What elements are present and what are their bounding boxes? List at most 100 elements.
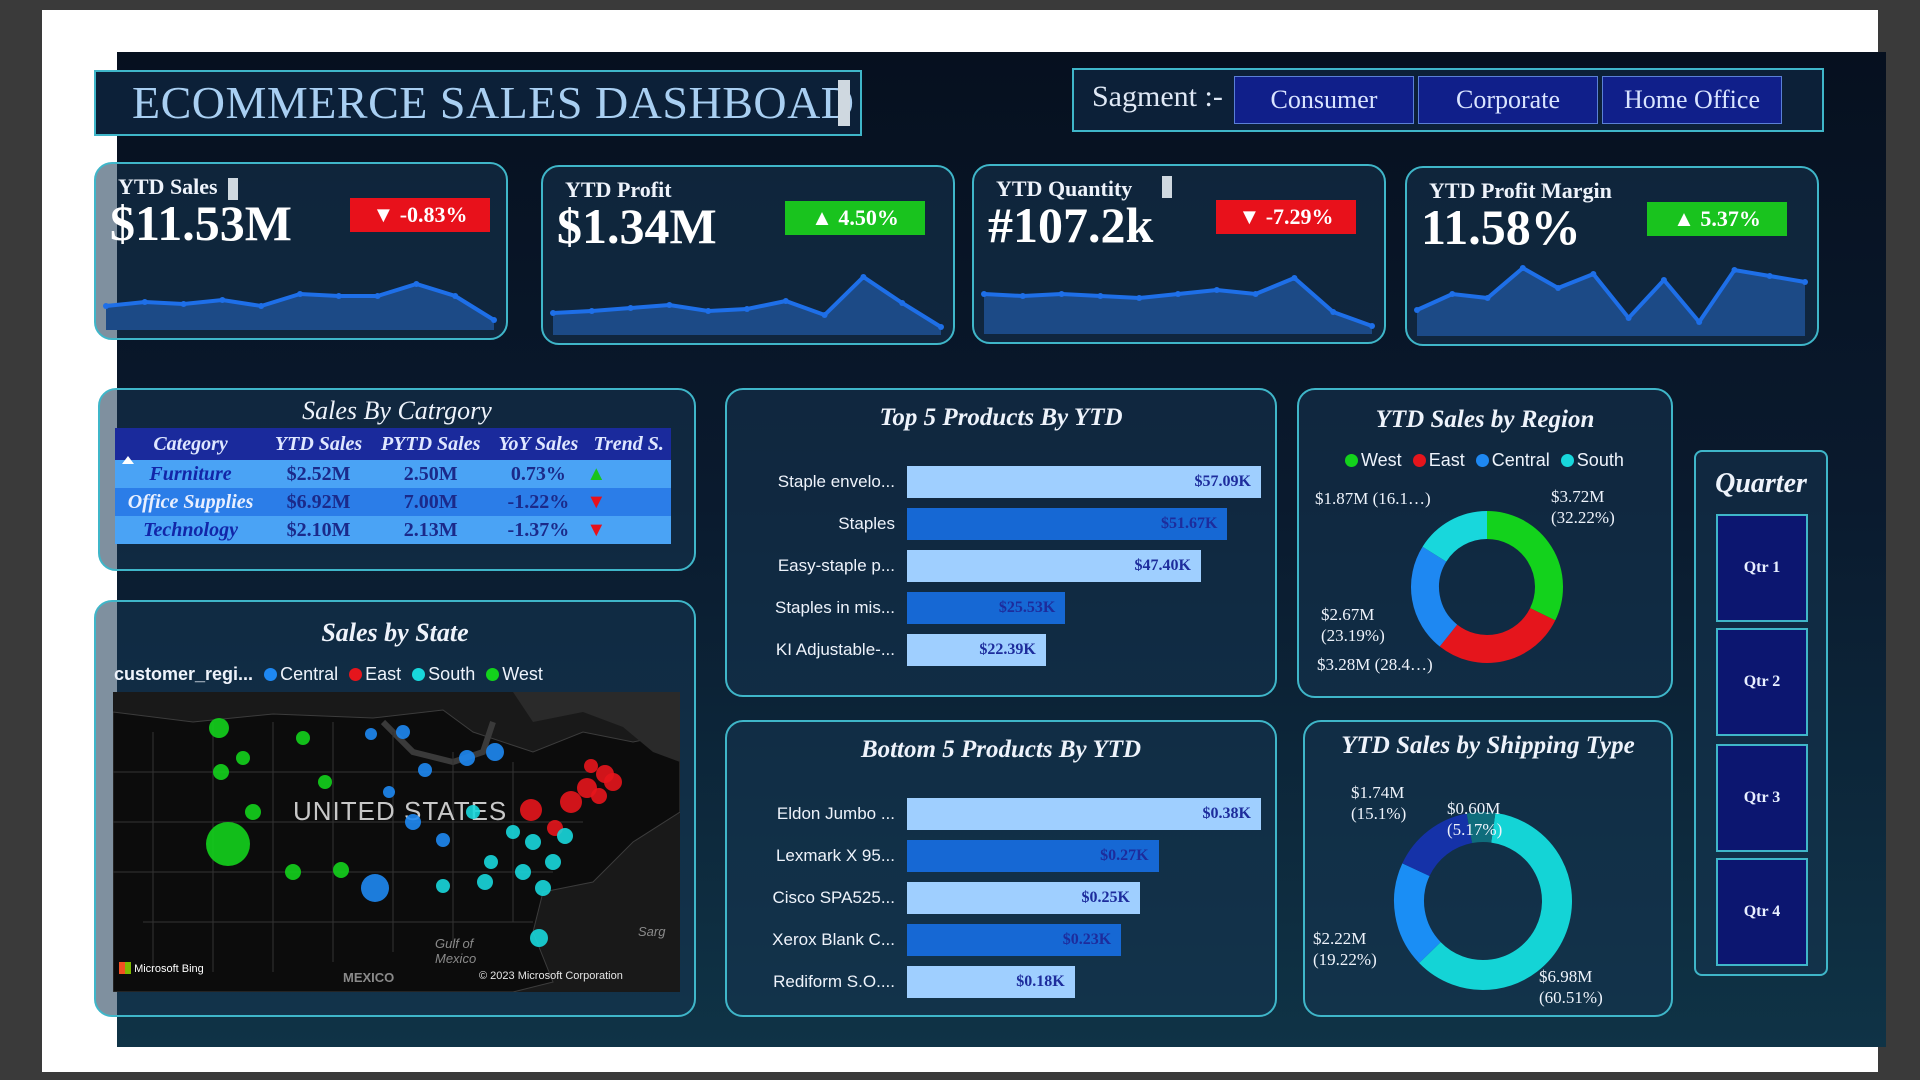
sparkline-point [1291,275,1298,281]
column-header[interactable]: Trend S. [586,428,671,460]
category-table-title: Sales By Catrgory [302,396,492,425]
sparkline-point [1519,265,1526,271]
sparkline-point [627,305,634,311]
legend-central: Central [1491,450,1550,470]
map-bubble-west [318,775,332,789]
map-bubble-west [206,822,250,866]
pytd-cell: 2.13M [370,516,491,544]
product-bar[interactable]: $57.09K [907,466,1261,498]
sparkline-point [666,302,673,308]
product-value-label: $0.23K [1062,931,1112,948]
map-bubble-central [383,786,395,798]
legend-field: customer_regi... [114,664,254,684]
donut-slice [1422,511,1488,563]
map-copyright: © 2023 Microsoft Corporation [479,970,623,982]
quarter-option-qtr1[interactable]: Qtr 1 [1716,514,1808,622]
trend-down-icon: ▼ [586,516,671,544]
product-bar[interactable]: $25.53K [907,592,1066,624]
map-bubble-east [520,799,542,821]
product-bar[interactable]: $0.18K [907,966,1075,998]
sparkline-point [335,293,342,299]
title-marker [838,80,850,126]
product-bar[interactable]: $0.23K [907,924,1122,956]
sales-map[interactable]: UNITED STATES Gulf of Mexico Sarg MEXICO … [113,692,680,992]
kpi-value: $11.53M [110,195,292,251]
column-header[interactable]: YTD Sales [266,428,371,460]
category-cell: Furniture [115,460,267,488]
yoy-cell: -1.22% [490,488,587,516]
product-bar[interactable]: $51.67K [907,508,1228,540]
sparkline-point [1625,315,1632,321]
map-bubble-south [477,874,493,890]
sparkline-point [1058,291,1065,297]
ytd-cell: $6.92M [266,488,371,516]
sparkline-area [984,278,1372,334]
map-bubble-west [236,751,250,765]
column-header[interactable]: PYTD Sales [370,428,491,460]
sparkline-point [1414,307,1420,313]
table-row[interactable]: Furniture $2.52M 2.50M 0.73% ▲ [115,460,671,488]
map-bubble-south [557,828,573,844]
sparkline-point [219,297,226,303]
map-bubble-central [405,814,421,830]
trend-down-icon: ▼ [586,488,671,516]
sparkline-point [141,299,148,305]
sparkline-point [1555,285,1562,291]
product-bar[interactable]: $22.39K [907,634,1046,666]
segment-corporate-button[interactable]: Corporate [1418,76,1598,124]
map-bubble-central [361,874,389,902]
sparkline-point [374,293,381,299]
product-bar[interactable]: $0.27K [907,840,1159,872]
product-bar[interactable]: $0.25K [907,882,1140,914]
kpi-card-ytd-profit-margin: YTD Profit Margin 11.58% ▲ 5.37% [1405,166,1819,346]
kpi-value: #107.2k [988,197,1154,253]
bing-logo: Microsoft Bing [119,962,204,975]
east-dot-icon [349,668,363,681]
kpi-card-ytd-sales: YTD Sales $11.53M ▼ -0.83% [94,162,508,340]
ytd-cell: $2.10M [266,516,371,544]
sparkline-point [588,308,595,314]
bottom-products-title: Bottom 5 Products By YTD [860,736,1142,763]
page-title: ECOMMERCE SALES DASHBOAD [132,77,855,128]
kpi-sparkline [550,274,944,335]
product-value-label: $0.38K [1202,805,1251,822]
map-bubble-south [530,929,548,947]
map-bubble-south [466,805,480,819]
category-table: Category YTD Sales PYTD Sales YoY Sales … [115,428,671,544]
segment-consumer-button[interactable]: Consumer [1234,76,1414,124]
legend-south: South [1576,450,1624,470]
map-bubble-central [396,725,410,739]
quarter-option-qtr2[interactable]: Qtr 2 [1716,628,1808,736]
sort-ascending-icon[interactable] [122,456,134,464]
column-header[interactable]: YoY Sales [490,428,587,460]
quarter-option-qtr4[interactable]: Qtr 4 [1716,858,1808,966]
map-bubble-central [459,750,475,766]
quarter-option-qtr3[interactable]: Qtr 3 [1716,744,1808,852]
sparkline-point [452,293,459,299]
quarter-title: Quarter [1715,468,1807,499]
product-bar[interactable]: $47.40K [907,550,1201,582]
product-label: Lexmark X 95... [775,846,895,865]
south-data-label: $1.87M (16.1…) [1315,489,1431,508]
sparkline-point [744,306,750,312]
sparkline-point [705,308,712,314]
kpi-change-badge: ▲ 4.50% [785,201,925,235]
kpi-sparkline [1414,265,1808,336]
product-value-label: $0.18K [1016,973,1065,990]
segment-home-office-button[interactable]: Home Office [1602,76,1782,124]
product-bar[interactable]: $0.38K [907,798,1261,830]
kpi-sparkline [103,281,497,330]
title-banner: ECOMMERCE SALES DASHBOAD [94,70,862,136]
category-cell: Office Supplies [115,488,267,516]
table-row[interactable]: Technology $2.10M 2.13M -1.37% ▼ [115,516,671,544]
map-legend: customer_regi... Central East South West [114,664,543,685]
kpi-change-badge: ▼ -7.29% [1216,200,1356,234]
region-donut-panel: YTD Sales by Region West East Central So… [1297,388,1673,698]
column-header[interactable]: Category [115,428,267,460]
table-row[interactable]: Office Supplies $6.92M 7.00M -1.22% ▼ [115,488,671,516]
map-bubble-west [213,764,229,780]
sparkline-point [1696,319,1703,325]
product-value-label: $25.53K [998,599,1056,616]
sparkline-point [103,303,109,309]
sparkline-point [258,303,265,309]
